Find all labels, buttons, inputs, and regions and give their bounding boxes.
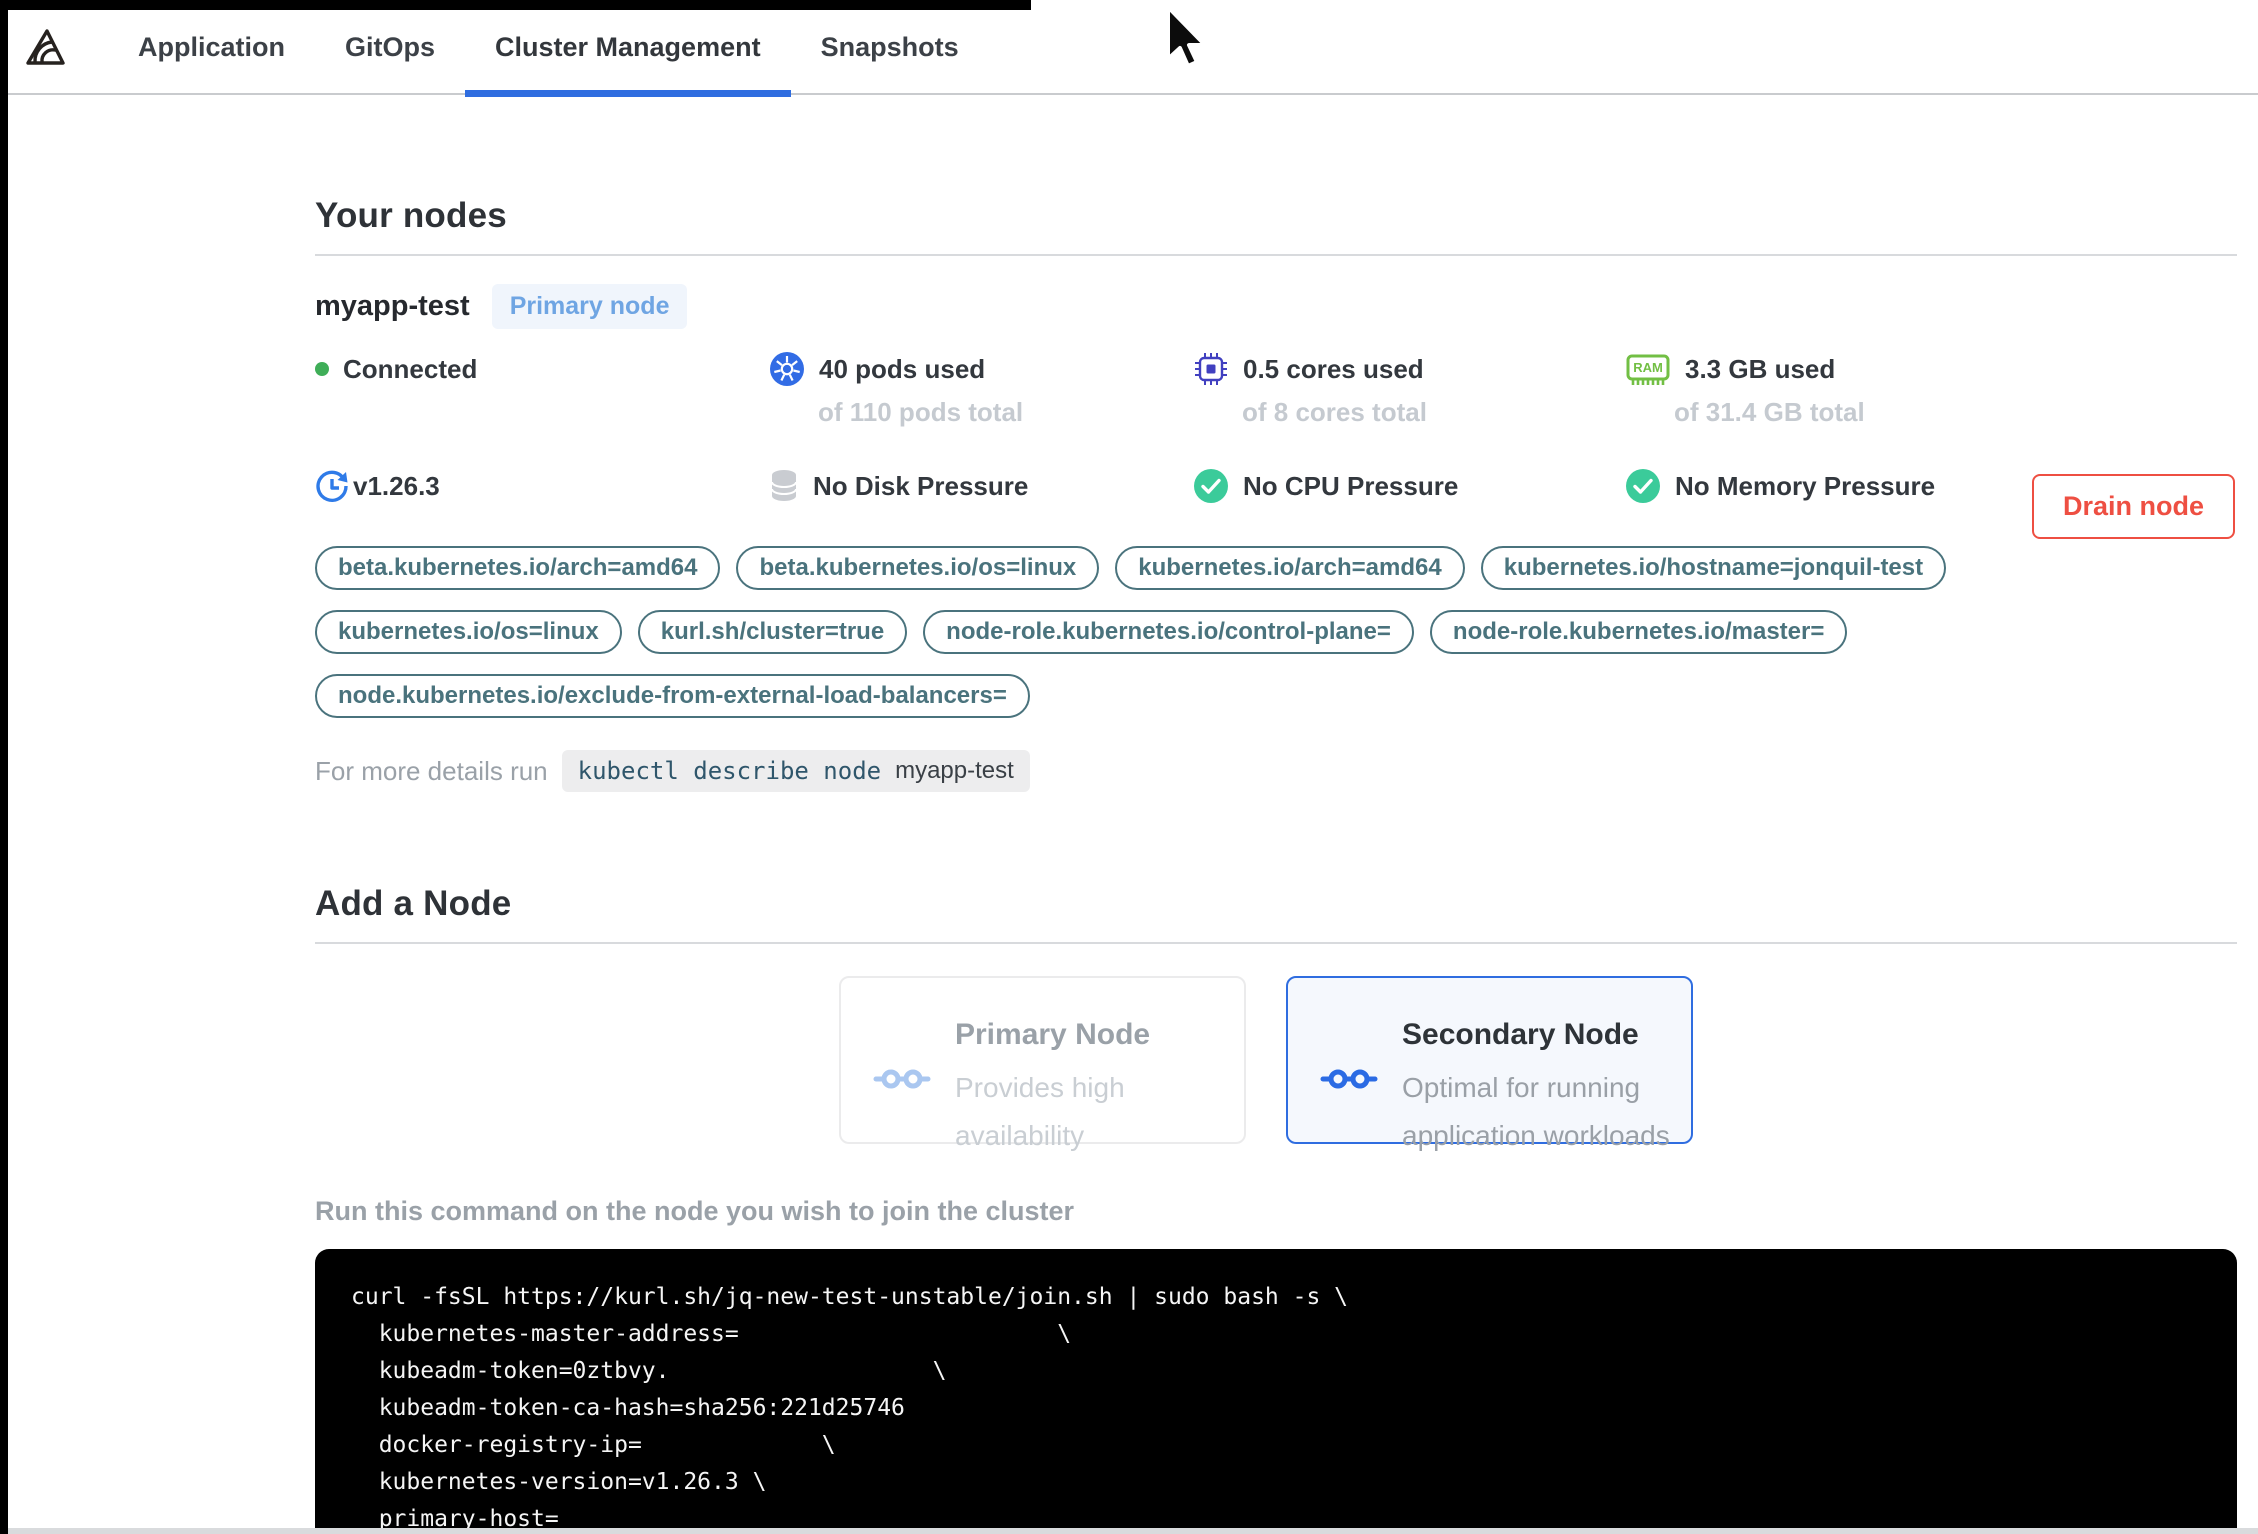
disk-icon: [771, 470, 797, 501]
check-circle-icon: [1626, 469, 1660, 503]
node-version: v1.26.3: [315, 469, 769, 503]
drain-node-button[interactable]: Drain node: [2031, 474, 2235, 539]
node-label-pill: kubernetes.io/os=linux: [315, 610, 622, 654]
node-stats-grid: Connected 40 pods used 0.5 cores used RA…: [315, 351, 2237, 504]
check-circle-icon: [1194, 469, 1228, 503]
window-edge-top: [0, 0, 1031, 10]
pods-used-stat: 40 pods used: [769, 351, 1193, 387]
tab-application[interactable]: Application: [108, 0, 315, 95]
node-status: Connected: [315, 354, 769, 385]
replicated-logo-icon[interactable]: [24, 27, 66, 67]
ram-icon: RAM: [1626, 354, 1670, 385]
primary-node-badge: Primary node: [491, 284, 688, 329]
tab-snapshots[interactable]: Snapshots: [791, 0, 989, 95]
version-update-icon: [316, 470, 348, 502]
node-label-pill: node-role.kubernetes.io/control-plane=: [923, 610, 1414, 654]
node-name: myapp-test: [315, 290, 470, 322]
memory-used-stat: RAM 3.3 GB used: [1625, 351, 2237, 387]
option-title: Secondary Node: [1402, 1018, 1639, 1051]
primary-node-option[interactable]: Primary Node Provides high availability: [839, 976, 1246, 1151]
node-label-pill: beta.kubernetes.io/arch=amd64: [315, 546, 721, 590]
memory-total: of 31.4 GB total: [1674, 397, 1865, 427]
tab-gitops[interactable]: GitOps: [315, 0, 465, 95]
status-dot-icon: [315, 362, 329, 376]
add-node-title: Add a Node: [315, 884, 512, 923]
option-subtitle: Provides high availability: [955, 1072, 1125, 1151]
cores-total: of 8 cores total: [1242, 397, 1427, 427]
terminal-line: kubernetes-master-address= \: [351, 1321, 1072, 1347]
join-command-instruction: Run this command on the node you wish to…: [315, 1196, 1075, 1226]
node-type-options: Primary Node Provides high availability …: [839, 976, 2237, 1151]
your-nodes-title: Your nodes: [315, 196, 507, 235]
section-divider: [315, 942, 2237, 944]
terminal-line: kubeadm-token=0ztbvy. \: [351, 1358, 947, 1384]
terminal-line: docker-registry-ip= \: [351, 1432, 836, 1458]
pods-total: of 110 pods total: [818, 397, 1024, 427]
node-card: myapp-test Primary node Connected 40 pod…: [315, 256, 2237, 792]
option-title: Primary Node: [955, 1018, 1151, 1051]
node-label-pill: kubernetes.io/hostname=jonquil-test: [1480, 546, 1947, 590]
option-subtitle: Optimal for running application workload…: [1402, 1072, 1670, 1151]
node-label-pill: node-role.kubernetes.io/master=: [1429, 610, 1848, 654]
join-command-terminal: curl -fsSL https://kurl.sh/jq-new-test-u…: [315, 1249, 2237, 1534]
terminal-line: kubeadm-token-ca-hash=sha256:221d25746: [351, 1395, 905, 1421]
mouse-cursor: [1166, 5, 1207, 68]
svg-text:RAM: RAM: [1633, 360, 1663, 375]
node-link-icon: [1320, 1069, 1378, 1089]
window-edge-bottom: [8, 1528, 2258, 1534]
node-label-pill: kubernetes.io/arch=amd64: [1115, 546, 1465, 590]
secondary-node-option[interactable]: Secondary Node Optimal for running appli…: [1286, 976, 1693, 1151]
node-label-pill: beta.kubernetes.io/os=linux: [736, 546, 1100, 590]
node-labels: beta.kubernetes.io/arch=amd64 beta.kuber…: [315, 546, 2055, 718]
node-link-icon: [873, 1069, 931, 1089]
nav-tabs: Application GitOps Cluster Management Sn…: [108, 0, 989, 97]
main-content: Your nodes myapp-test Primary node Conne…: [315, 196, 2237, 1534]
terminal-line: curl -fsSL https://kurl.sh/jq-new-test-u…: [351, 1284, 1348, 1310]
tab-cluster-management[interactable]: Cluster Management: [465, 0, 791, 97]
cluster-management-page: Application GitOps Cluster Management Sn…: [0, 0, 2258, 1534]
node-label-pill: node.kubernetes.io/exclude-from-external…: [315, 674, 1030, 718]
terminal-line: kubernetes-version=v1.26.3 \: [351, 1469, 767, 1495]
node-label-pill: kurl.sh/cluster=true: [637, 610, 908, 654]
cpu-pressure-condition: No CPU Pressure: [1193, 468, 1625, 504]
disk-pressure-condition: No Disk Pressure: [769, 468, 1193, 504]
kubectl-describe-command: kubectl describe node myapp-test: [561, 750, 1030, 792]
kubernetes-pods-icon: [770, 352, 804, 386]
top-nav: Application GitOps Cluster Management Sn…: [0, 0, 2258, 97]
node-details-hint: For more details run kubectl describe no…: [315, 750, 2237, 792]
cores-used-stat: 0.5 cores used: [1193, 351, 1625, 387]
window-edge-left: [0, 0, 8, 1534]
cpu-icon: [1195, 353, 1227, 385]
